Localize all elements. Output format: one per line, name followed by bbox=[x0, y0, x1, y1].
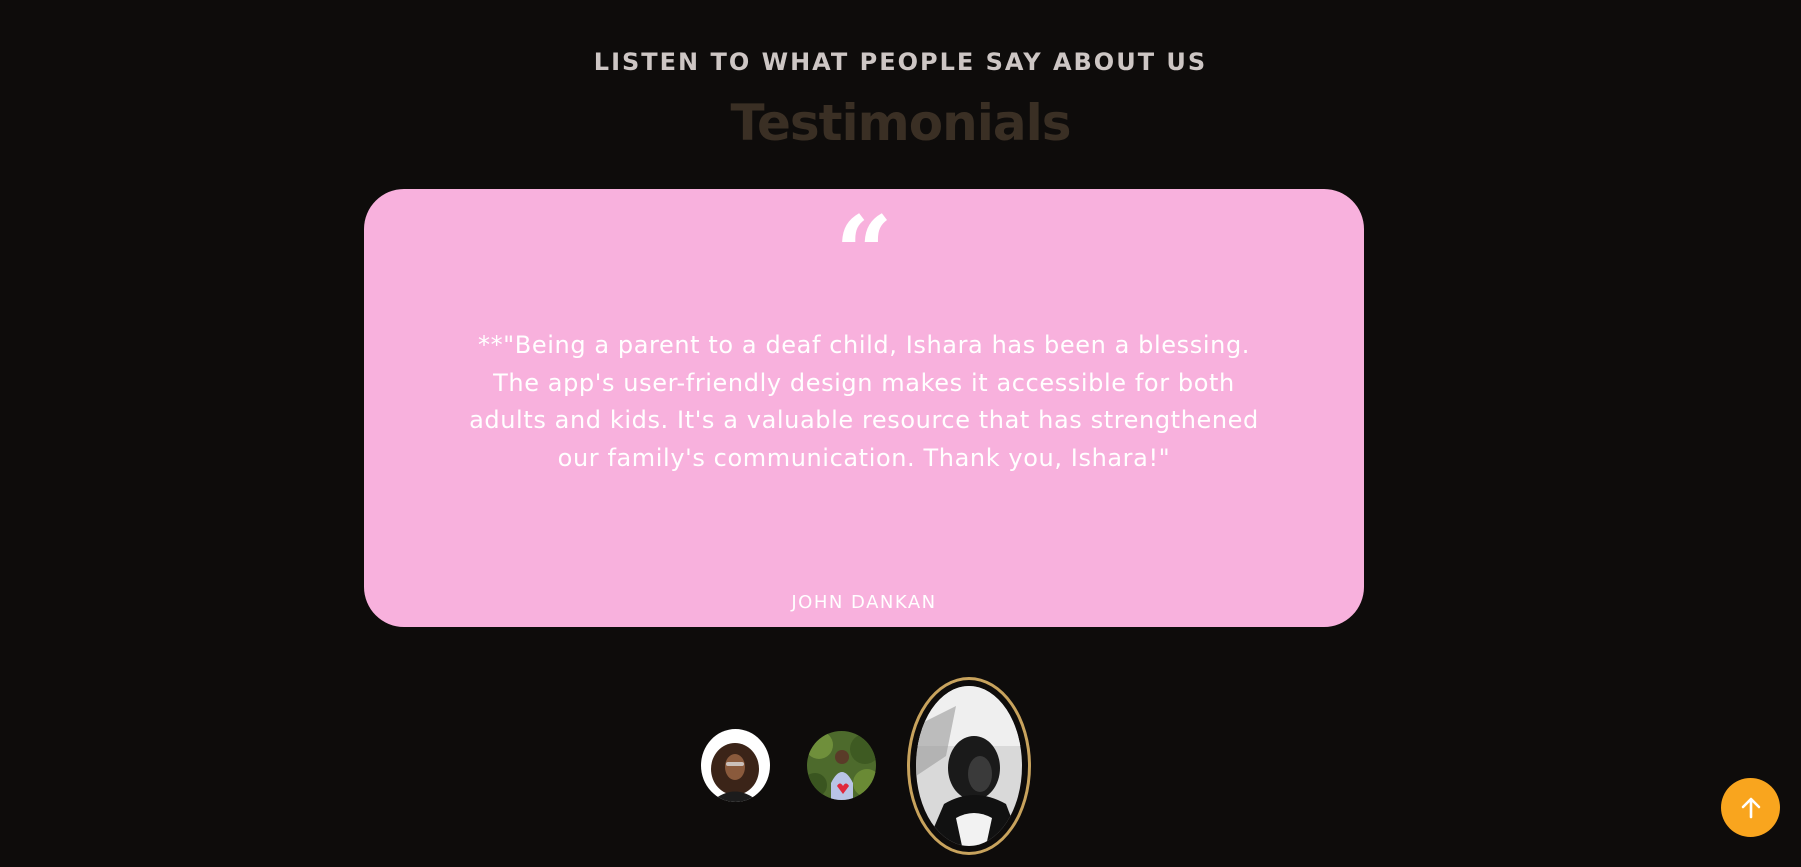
testimonials-section: LISTEN TO WHAT PEOPLE SAY ABOUT US Testi… bbox=[0, 0, 1801, 867]
avatar-man-looking-up[interactable] bbox=[907, 677, 1031, 855]
avatar-person-with-heart[interactable] bbox=[807, 731, 876, 800]
quote-icon: “ bbox=[835, 194, 893, 312]
section-title: Testimonials bbox=[730, 94, 1071, 152]
section-eyebrow: LISTEN TO WHAT PEOPLE SAY ABOUT US bbox=[593, 48, 1208, 76]
avatar-woman-curly-hair[interactable] bbox=[701, 729, 770, 802]
scroll-to-top-button[interactable] bbox=[1721, 778, 1780, 837]
avatar-photo bbox=[916, 686, 1022, 846]
testimonial-text: **"Being a parent to a deaf child, Ishar… bbox=[469, 331, 1259, 472]
arrow-up-icon bbox=[1741, 797, 1760, 818]
testimonial-card: “ **"Being a parent to a deaf child, Ish… bbox=[364, 189, 1364, 627]
testimonial-author: JOHN DANKAN bbox=[791, 592, 937, 613]
